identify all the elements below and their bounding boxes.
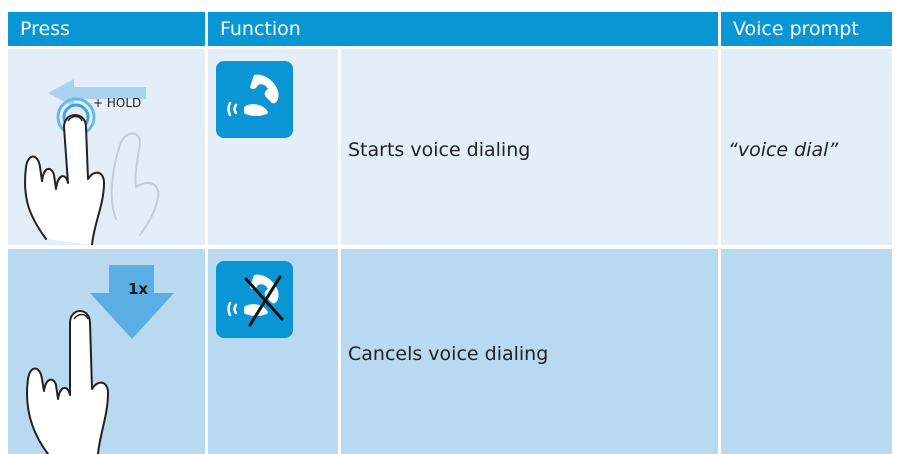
row2-function-text: Cancels voice dialing: [348, 343, 549, 365]
row2-voice-cell: [721, 249, 892, 454]
hold-label: + HOLD: [93, 96, 142, 110]
swipe-hold-gesture-icon: [24, 79, 160, 245]
tap-count-label: 1x: [128, 280, 149, 298]
instruction-table: Press Function Voice prompt + HOLD Start…: [0, 0, 904, 454]
phone-voice-dial-cancel-icon: [216, 261, 293, 338]
header-function: Function: [208, 12, 718, 46]
row1-voice-prompt-text: “voice dial”: [728, 139, 839, 161]
header-press: Press: [8, 12, 205, 46]
phone-voice-dial-icon: [216, 61, 293, 138]
header-voice-prompt: Voice prompt: [721, 12, 892, 46]
tap-once-gesture-icon: [26, 265, 174, 454]
row1-function-text: Starts voice dialing: [348, 139, 531, 161]
